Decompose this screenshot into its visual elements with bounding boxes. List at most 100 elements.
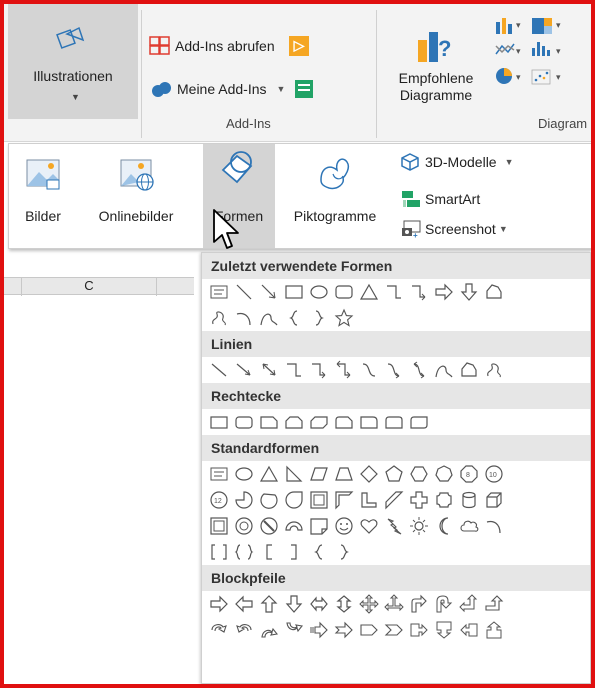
column-header-c[interactable]: C <box>22 278 157 296</box>
no-symbol-shape-icon[interactable] <box>257 514 281 538</box>
rounded-rectangle-shape-icon[interactable] <box>232 410 256 434</box>
snip-corner-rectangle-shape-icon[interactable] <box>257 410 281 434</box>
rounded-rectangle-shape-icon[interactable] <box>332 280 356 304</box>
right-arrow-shape-icon[interactable] <box>207 592 231 616</box>
up-arrow-shape-icon[interactable] <box>257 592 281 616</box>
bing-icon[interactable]: ▷ <box>288 36 309 56</box>
scribble-shape-icon[interactable] <box>207 306 231 330</box>
curved-connector-shape-icon[interactable] <box>357 358 381 382</box>
bent-arrow-shape-icon[interactable] <box>407 592 431 616</box>
heart-shape-icon[interactable] <box>357 514 381 538</box>
elbow-arrow-shape-icon[interactable] <box>307 358 331 382</box>
chevron-down-icon[interactable]: ▼ <box>277 84 286 94</box>
screenshot-button[interactable]: + Screenshot ▼ <box>401 220 508 238</box>
pentagon-shape-icon[interactable] <box>382 462 406 486</box>
freeform-shape-icon[interactable] <box>457 358 481 382</box>
curved-right-arrow-shape-icon[interactable] <box>207 618 231 642</box>
round-same-side-rectangle-shape-icon[interactable] <box>382 410 406 434</box>
moon-shape-icon[interactable] <box>432 514 456 538</box>
can-shape-icon[interactable] <box>457 488 481 512</box>
elbow-arrow-shape-icon[interactable] <box>407 280 431 304</box>
trapezoid-shape-icon[interactable] <box>332 462 356 486</box>
snip-same-side-rectangle-shape-icon[interactable] <box>282 410 306 434</box>
recommended-charts-button[interactable]: ? Empfohlene Diagramme <box>380 4 492 119</box>
round-diagonal-rectangle-shape-icon[interactable] <box>407 410 431 434</box>
curve-shape-icon[interactable] <box>432 358 456 382</box>
down-arrow-shape-icon[interactable] <box>457 280 481 304</box>
block-arc-shape-icon[interactable] <box>282 514 306 538</box>
freeform-shape-icon[interactable] <box>482 280 506 304</box>
right-brace-shape-icon[interactable] <box>332 540 356 564</box>
chevron-down-icon[interactable]: ▼ <box>499 224 508 234</box>
left-right-arrow-shape-icon[interactable] <box>307 592 331 616</box>
elbow-connector-shape-icon[interactable] <box>282 358 306 382</box>
arc-shape-icon[interactable] <box>482 514 506 538</box>
textbox-shape-icon[interactable] <box>207 280 231 304</box>
u-turn-arrow-shape-icon[interactable] <box>432 592 456 616</box>
triangle-shape-icon[interactable] <box>357 280 381 304</box>
right-triangle-shape-icon[interactable] <box>282 462 306 486</box>
smiley-face-shape-icon[interactable] <box>332 514 356 538</box>
smartart-button[interactable]: SmartArt <box>401 190 480 208</box>
arrow-line-shape-icon[interactable] <box>257 280 281 304</box>
oval-shape-icon[interactable] <box>232 462 256 486</box>
up-down-arrow-shape-icon[interactable] <box>332 592 356 616</box>
bent-up-arrow-shape-icon[interactable] <box>482 592 506 616</box>
pie-shape-icon[interactable] <box>232 488 256 512</box>
curved-up-arrow-shape-icon[interactable] <box>257 618 281 642</box>
parallelogram-shape-icon[interactable] <box>307 462 331 486</box>
quad-arrow-shape-icon[interactable] <box>357 592 381 616</box>
3d-models-button[interactable]: 3D-Modelle ▼ <box>401 153 514 171</box>
arrow-line-shape-icon[interactable] <box>232 358 256 382</box>
cube-shape-icon[interactable] <box>482 488 506 512</box>
donut-shape-icon[interactable] <box>232 514 256 538</box>
left-arrow-callout-shape-icon[interactable] <box>457 618 481 642</box>
get-addins-button[interactable]: Add-Ins abrufen ▷ <box>149 36 309 56</box>
icons-button[interactable]: Piktogramme <box>275 144 395 248</box>
left-brace-shape-icon[interactable] <box>307 540 331 564</box>
elbow-double-arrow-shape-icon[interactable] <box>332 358 356 382</box>
scribble-shape-icon[interactable] <box>482 358 506 382</box>
arc-shape-icon[interactable] <box>232 306 256 330</box>
chevron-shape-icon[interactable] <box>382 618 406 642</box>
people-graph-icon[interactable] <box>295 80 314 98</box>
half-frame-shape-icon[interactable] <box>332 488 356 512</box>
folded-corner-shape-icon[interactable] <box>307 514 331 538</box>
dodecagon-shape-icon[interactable]: 12 <box>207 488 231 512</box>
left-brace-shape-icon[interactable] <box>282 306 306 330</box>
curved-arrow-shape-icon[interactable] <box>382 358 406 382</box>
right-arrow-shape-icon[interactable] <box>432 280 456 304</box>
curved-down-arrow-shape-icon[interactable] <box>282 618 306 642</box>
double-bracket-shape-icon[interactable] <box>207 540 231 564</box>
up-arrow-callout-shape-icon[interactable] <box>482 618 506 642</box>
column-header-b[interactable] <box>4 278 22 296</box>
heptagon-shape-icon[interactable] <box>432 462 456 486</box>
right-arrow-callout-shape-icon[interactable] <box>407 618 431 642</box>
curved-double-arrow-shape-icon[interactable] <box>407 358 431 382</box>
left-up-arrow-shape-icon[interactable] <box>457 592 481 616</box>
snip-round-rectangle-shape-icon[interactable] <box>332 410 356 434</box>
illustrations-button[interactable]: Illustrationen ▼ <box>8 4 138 119</box>
bevel-shape-icon[interactable] <box>207 514 231 538</box>
pictures-button[interactable]: Bilder <box>13 144 73 248</box>
lightning-bolt-shape-icon[interactable] <box>382 514 406 538</box>
down-arrow-callout-shape-icon[interactable] <box>432 618 456 642</box>
cross-shape-icon[interactable] <box>407 488 431 512</box>
curved-left-arrow-shape-icon[interactable] <box>232 618 256 642</box>
star-shape-icon[interactable] <box>332 306 356 330</box>
line-shape-icon[interactable] <box>232 280 256 304</box>
teardrop-shape-icon[interactable] <box>282 488 306 512</box>
hexagon-shape-icon[interactable] <box>407 462 431 486</box>
frame-shape-icon[interactable] <box>307 488 331 512</box>
cloud-shape-icon[interactable] <box>457 514 481 538</box>
left-arrow-shape-icon[interactable] <box>232 592 256 616</box>
online-pictures-button[interactable]: Onlinebilder <box>73 144 199 248</box>
striped-right-arrow-shape-icon[interactable] <box>307 618 331 642</box>
notched-right-arrow-shape-icon[interactable] <box>332 618 356 642</box>
oval-shape-icon[interactable] <box>307 280 331 304</box>
chord-shape-icon[interactable] <box>257 488 281 512</box>
double-arrow-line-shape-icon[interactable] <box>257 358 281 382</box>
textbox-shape-icon[interactable] <box>207 462 231 486</box>
line-shape-icon[interactable] <box>207 358 231 382</box>
octagon-shape-icon[interactable]: 8 <box>457 462 481 486</box>
